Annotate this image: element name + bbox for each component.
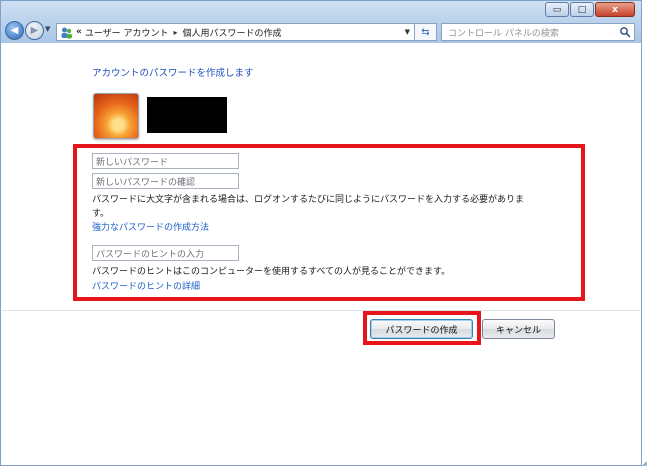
title-bar: ▭ □ x ◀ ▶ ▼ « ユーザー アカウント ▸ 個人用パスワードの作成 ▼… [1,1,641,43]
back-button[interactable]: ◀ [5,21,24,40]
forward-arrow-icon: ▶ [30,25,39,36]
address-overflow-chevron[interactable]: « [76,27,82,37]
maximize-button[interactable]: □ [570,2,594,17]
hint-notice-text: パスワードのヒントはこのコンピューターを使用するすべての人が見ることができます。 [92,267,451,277]
create-password-button[interactable]: パスワードの作成 [370,319,473,339]
strong-password-link[interactable]: 強力なパスワードの作成方法 [92,220,209,233]
caption-buttons: ▭ □ x [544,2,635,17]
user-accounts-icon [61,27,72,38]
breadcrumb-separator-icon[interactable]: ▸ [174,28,178,37]
minimize-button[interactable]: ▭ [545,2,569,17]
chevron-down-icon: ▼ [45,25,51,33]
case-warning-text-cont: す。 [92,209,110,219]
resize-grip-icon[interactable]: ◢ [642,460,647,467]
password-hint-placeholder: パスワードのヒントの入力 [96,249,205,260]
user-avatar [93,93,139,139]
password-hint-field[interactable]: パスワードのヒントの入力 [92,245,239,261]
refresh-button[interactable]: ⇆ [415,23,437,41]
window: ▭ □ x ◀ ▶ ▼ « ユーザー アカウント ▸ 個人用パスワードの作成 ▼… [0,0,642,466]
confirm-password-placeholder: 新しいパスワードの確認 [96,177,196,188]
forward-button[interactable]: ▶ [25,21,44,40]
address-bar[interactable]: « ユーザー アカウント ▸ 個人用パスワードの作成 ▼ [56,23,415,41]
confirm-password-field[interactable]: 新しいパスワードの確認 [92,173,239,189]
new-password-field[interactable]: 新しいパスワード [92,153,239,169]
redacted-user-name [147,97,227,133]
new-password-placeholder: 新しいパスワード [96,157,169,168]
breadcrumb-create-password[interactable]: 個人用パスワードの作成 [183,26,282,39]
recent-pages-dropdown[interactable]: ▼ [45,25,50,33]
hint-details-link[interactable]: パスワードのヒントの詳細 [92,279,200,292]
search-icon[interactable] [619,26,631,38]
case-warning-text: パスワードに大文字が含まれる場合は、ログオンするたびに同じようにパスワードを入力… [92,195,525,205]
search-input[interactable]: コントロール パネルの検索 [441,23,635,41]
cancel-button[interactable]: キャンセル [482,319,555,339]
breadcrumb-user-accounts[interactable]: ユーザー アカウント [85,26,169,39]
search-placeholder: コントロール パネルの検索 [448,28,559,39]
close-button[interactable]: x [595,2,635,17]
back-arrow-icon: ◀ [10,25,19,36]
refresh-icon: ⇆ [421,26,430,38]
page-heading: アカウントのパスワードを作成します [92,68,254,79]
address-dropdown-icon[interactable]: ▼ [405,28,410,36]
divider [2,310,640,311]
